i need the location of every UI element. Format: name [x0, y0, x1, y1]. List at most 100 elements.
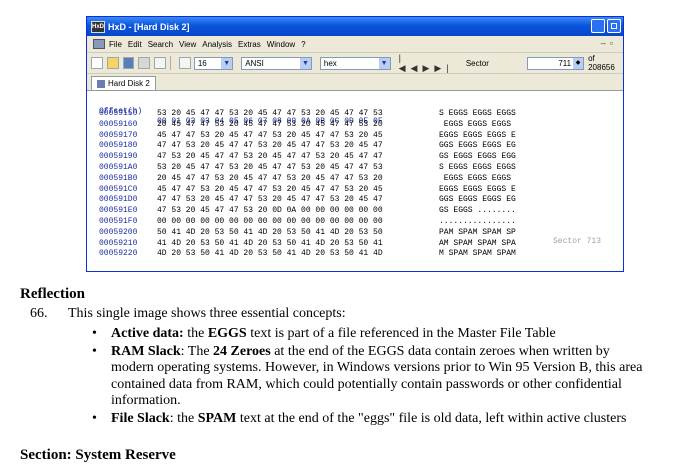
tab-label: Hard Disk 2 [108, 79, 150, 88]
row-ascii: GS EGGS ........ [439, 206, 516, 216]
menu-view[interactable]: View [179, 40, 196, 49]
hex-row[interactable]: 000591B0 20 45 47 47 53 20 45 47 47 53 20… [87, 174, 623, 184]
new-file-icon[interactable] [91, 57, 103, 69]
row-hex-bytes: 47 47 53 20 45 47 47 53 20 45 47 47 53 2… [157, 195, 383, 205]
term: 24 Zeroes [213, 343, 271, 359]
minimize-button[interactable] [591, 19, 605, 33]
term: File Slack [111, 410, 170, 426]
hex-row[interactable]: 000591E0 47 53 20 45 47 47 53 20 0D 0A 00… [87, 206, 623, 216]
hex-row[interactable]: 00059190 47 53 20 45 47 47 53 20 45 47 47… [87, 152, 623, 162]
chevron-down-icon[interactable]: ▼ [378, 57, 390, 69]
menu-analysis[interactable]: Analysis [202, 40, 232, 49]
chevron-down-icon[interactable]: ▼ [221, 57, 233, 69]
charset-select[interactable]: ANSI ▼ [241, 56, 312, 70]
row-ascii: M SPAM SPAM SPAM [439, 249, 516, 259]
sector-label: Sector [465, 58, 489, 68]
row-offset: 00059180 [99, 141, 138, 151]
hex-header-row: Offset(h) 00 01 02 03 04 05 06 07 08 09 … [87, 97, 623, 126]
row-ascii: GGS EGGS EGGS EG [439, 141, 516, 151]
row-offset: 00059200 [99, 227, 138, 237]
list-item: • File Slack: the SPAM text at the end o… [92, 411, 652, 428]
row-ascii: S EGGS EGGS EGGS [439, 163, 516, 172]
row-ascii: EGGS EGGS EGGS E [439, 184, 516, 194]
hex-row[interactable]: 00059160 20 45 47 47 53 20 45 47 47 53 20… [87, 120, 623, 130]
menu-file[interactable]: File [109, 40, 122, 49]
hex-view[interactable]: Offset(h) 00 01 02 03 04 05 06 07 08 09 … [87, 90, 623, 271]
row-ascii: ................ [439, 217, 516, 226]
hex-row[interactable]: 00059200 50 41 4D 20 53 50 41 4D 20 53 50… [87, 228, 623, 238]
paragraph-text: This single image shows three essential … [68, 306, 346, 321]
row-ascii: EGGS EGGS EGGS [439, 119, 516, 129]
row-offset: 000591D0 [99, 195, 138, 205]
text: : the [169, 410, 198, 426]
row-ascii: GS EGGS EGGS EGG [439, 152, 516, 162]
row-hex-bytes: 20 45 47 47 53 20 45 47 47 53 20 45 47 4… [157, 173, 383, 183]
title-bar[interactable]: HxD HxD - [Hard Disk 2] [87, 17, 623, 36]
term: EGGS [207, 326, 247, 341]
sector-navigation-buttons[interactable]: |◀◀▶▶| [399, 53, 460, 74]
text: the [183, 326, 208, 341]
document-menu-icon[interactable] [93, 39, 105, 49]
row-hex-bytes: 41 4D 20 53 50 41 4D 20 53 50 41 4D 20 5… [157, 238, 383, 248]
disk-icon [97, 80, 105, 88]
row-hex-bytes: 4D 20 53 50 41 4D 20 53 50 41 4D 20 53 5… [157, 249, 383, 259]
row-hex-bytes: 50 41 4D 20 53 50 41 4D 20 53 50 41 4D 2… [157, 227, 383, 237]
mdi-window-buttons[interactable]: –▫ [601, 38, 617, 48]
bullet-icon: • [92, 343, 97, 359]
row-ascii: S EGGS EGGS EGGS [439, 109, 516, 118]
row-hex-bytes: 47 53 20 45 47 47 53 20 0D 0A 00 00 00 0… [157, 206, 383, 216]
row-offset: 000591C0 [99, 184, 138, 194]
bytes-per-row-select[interactable]: 16 ▼ [193, 56, 234, 70]
hex-row[interactable]: 00059220 4D 20 53 50 41 4D 20 53 50 41 4D… [87, 249, 623, 259]
menu-bar: File Edit Search View Analysis Extras Wi… [87, 36, 623, 53]
disk-icon[interactable] [154, 57, 167, 69]
hex-row[interactable]: 000591A0 53 20 45 47 47 53 20 45 47 47 53… [87, 163, 623, 173]
hex-row[interactable]: 000591C0 45 47 47 53 20 45 47 47 53 20 45… [87, 185, 623, 195]
tab-hard-disk-2[interactable]: Hard Disk 2 [91, 76, 156, 91]
term: RAM Slack [111, 343, 181, 359]
hex-row[interactable]: 00059150 53 20 45 47 47 53 20 45 47 47 53… [87, 109, 623, 119]
menu-edit[interactable]: Edit [128, 40, 142, 49]
edit-icon[interactable] [138, 57, 151, 69]
chevron-down-icon[interactable]: ▼ [299, 57, 311, 69]
hex-row[interactable]: 00059210 41 4D 20 53 50 41 4D 20 53 50 41… [87, 239, 623, 249]
offset-base-value: hex [323, 58, 337, 68]
spinner-icon[interactable]: ◆ [573, 57, 584, 69]
row-hex-bytes: 47 53 20 45 47 47 53 20 45 47 47 53 20 4… [157, 152, 383, 162]
sector-input[interactable]: 711 ◆ [526, 56, 585, 70]
hex-row[interactable]: 000591F0 00 00 00 00 00 00 00 00 00 00 00… [87, 217, 623, 227]
row-offset: 000591B0 [99, 173, 138, 183]
text: : The [180, 343, 214, 359]
hex-row[interactable]: 00059180 47 47 53 20 45 47 47 53 20 45 47… [87, 141, 623, 151]
row-offset: 00059220 [99, 249, 138, 259]
row-hex-bytes: 00 00 00 00 00 00 00 00 00 00 00 00 00 0… [157, 217, 383, 226]
save-icon[interactable] [122, 57, 135, 69]
row-offset: 00059170 [99, 130, 138, 140]
row-offset: 00059150 [99, 109, 138, 118]
open-file-icon[interactable] [106, 57, 119, 69]
menu-window[interactable]: Window [267, 40, 295, 49]
text: text at the end of the "eggs" file is ol… [236, 410, 627, 426]
row-hex-bytes: 45 47 47 53 20 45 47 47 53 20 45 47 47 5… [157, 130, 383, 140]
row-hex-bytes: 53 20 45 47 47 53 20 45 47 47 53 20 45 4… [157, 109, 383, 118]
row-offset: 000591F0 [99, 217, 138, 226]
paragraph-number: 66. [30, 306, 48, 321]
next-section-heading: Section: System Reserve [20, 447, 176, 463]
hex-row[interactable]: 00059170 45 47 47 53 20 45 47 47 53 20 45… [87, 131, 623, 141]
row-hex-bytes: 45 47 47 53 20 45 47 47 53 20 45 47 47 5… [157, 184, 383, 194]
toolbar: 16 ▼ ANSI ▼ hex ▼ |◀◀▶▶| Sector 711 ◆ of… [87, 53, 623, 74]
term: Active data: [111, 326, 184, 341]
offset-base-select[interactable]: hex ▼ [319, 56, 391, 70]
menu-search[interactable]: Search [148, 40, 173, 49]
row-ascii: EGGS EGGS EGGS E [439, 130, 516, 140]
bullet-icon: • [92, 410, 97, 426]
row-ascii: PAM SPAM SPAM SP [439, 227, 516, 237]
maximize-button[interactable] [607, 19, 621, 33]
tab-strip: Hard Disk 2 [87, 74, 623, 91]
term: SPAM [197, 410, 237, 426]
menu-help[interactable]: ? [301, 40, 305, 49]
menu-extras[interactable]: Extras [238, 40, 261, 49]
concept-list: • Active data: the EGGS text is part of … [92, 326, 652, 428]
hex-row[interactable]: 000591D0 47 47 53 20 45 47 47 53 20 45 47… [87, 195, 623, 205]
sector-value: 711 [558, 58, 572, 68]
